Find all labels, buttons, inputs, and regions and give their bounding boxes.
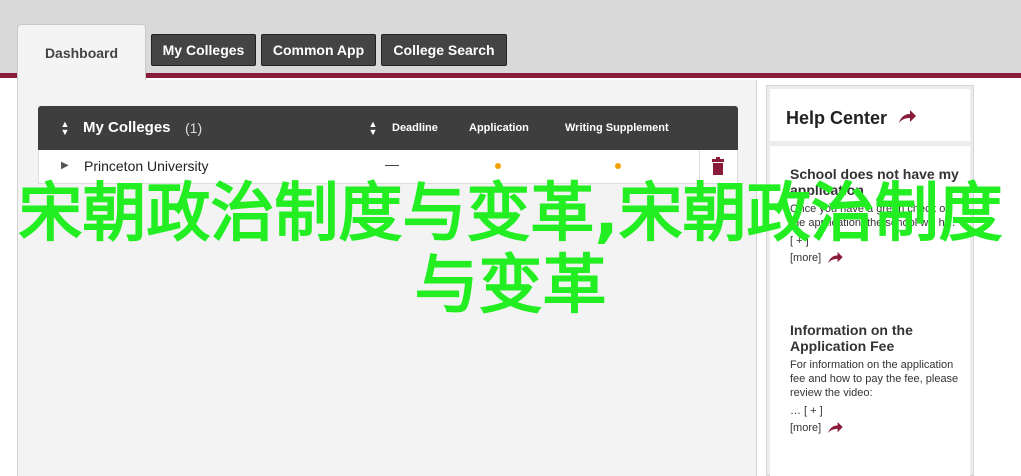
- help-center-title: Help Center: [786, 108, 888, 128]
- article-expand[interactable]: … [ + ]: [790, 404, 960, 418]
- expand-caret-icon[interactable]: ▶: [61, 160, 69, 171]
- trash-icon[interactable]: [710, 157, 726, 175]
- article-body: For information on the application fee a…: [790, 359, 959, 399]
- column-writing-supplement: Writing Supplement: [565, 122, 669, 134]
- tab-common-app[interactable]: Common App: [261, 34, 376, 66]
- more-label[interactable]: [more]: [790, 422, 821, 434]
- help-center-header: Help Center: [770, 89, 970, 141]
- arrow-icon[interactable]: [898, 110, 916, 124]
- more-link[interactable]: [more]: [790, 422, 960, 434]
- overlay-watermark-text: 宋朝政治制度与变革,宋朝政治制度与变革: [18, 177, 1003, 323]
- application-status-dot: [495, 163, 501, 169]
- college-name[interactable]: Princeton University: [84, 158, 209, 174]
- college-count: (1): [185, 120, 203, 136]
- sort-deadline-icon[interactable]: ▲ ▼: [368, 120, 378, 137]
- column-deadline[interactable]: Deadline: [392, 122, 438, 134]
- article-title[interactable]: Information on the Application Fee: [790, 322, 960, 354]
- arrow-icon[interactable]: [827, 422, 843, 434]
- tab-college-search[interactable]: College Search: [381, 34, 507, 66]
- help-article: Information on the Application Fee For i…: [790, 322, 960, 434]
- colleges-table-header: ▲ ▼ My Colleges (1) ▲ ▼ Deadline Applicati…: [38, 106, 738, 150]
- supplement-status-dot: [615, 163, 621, 169]
- tab-dashboard[interactable]: Dashboard: [17, 24, 146, 80]
- table-title: My Colleges: [83, 119, 171, 136]
- column-application: Application: [469, 122, 529, 134]
- deadline-value: —: [385, 156, 399, 172]
- sort-icon[interactable]: ▲ ▼: [60, 120, 70, 137]
- tab-my-colleges[interactable]: My Colleges: [151, 34, 256, 66]
